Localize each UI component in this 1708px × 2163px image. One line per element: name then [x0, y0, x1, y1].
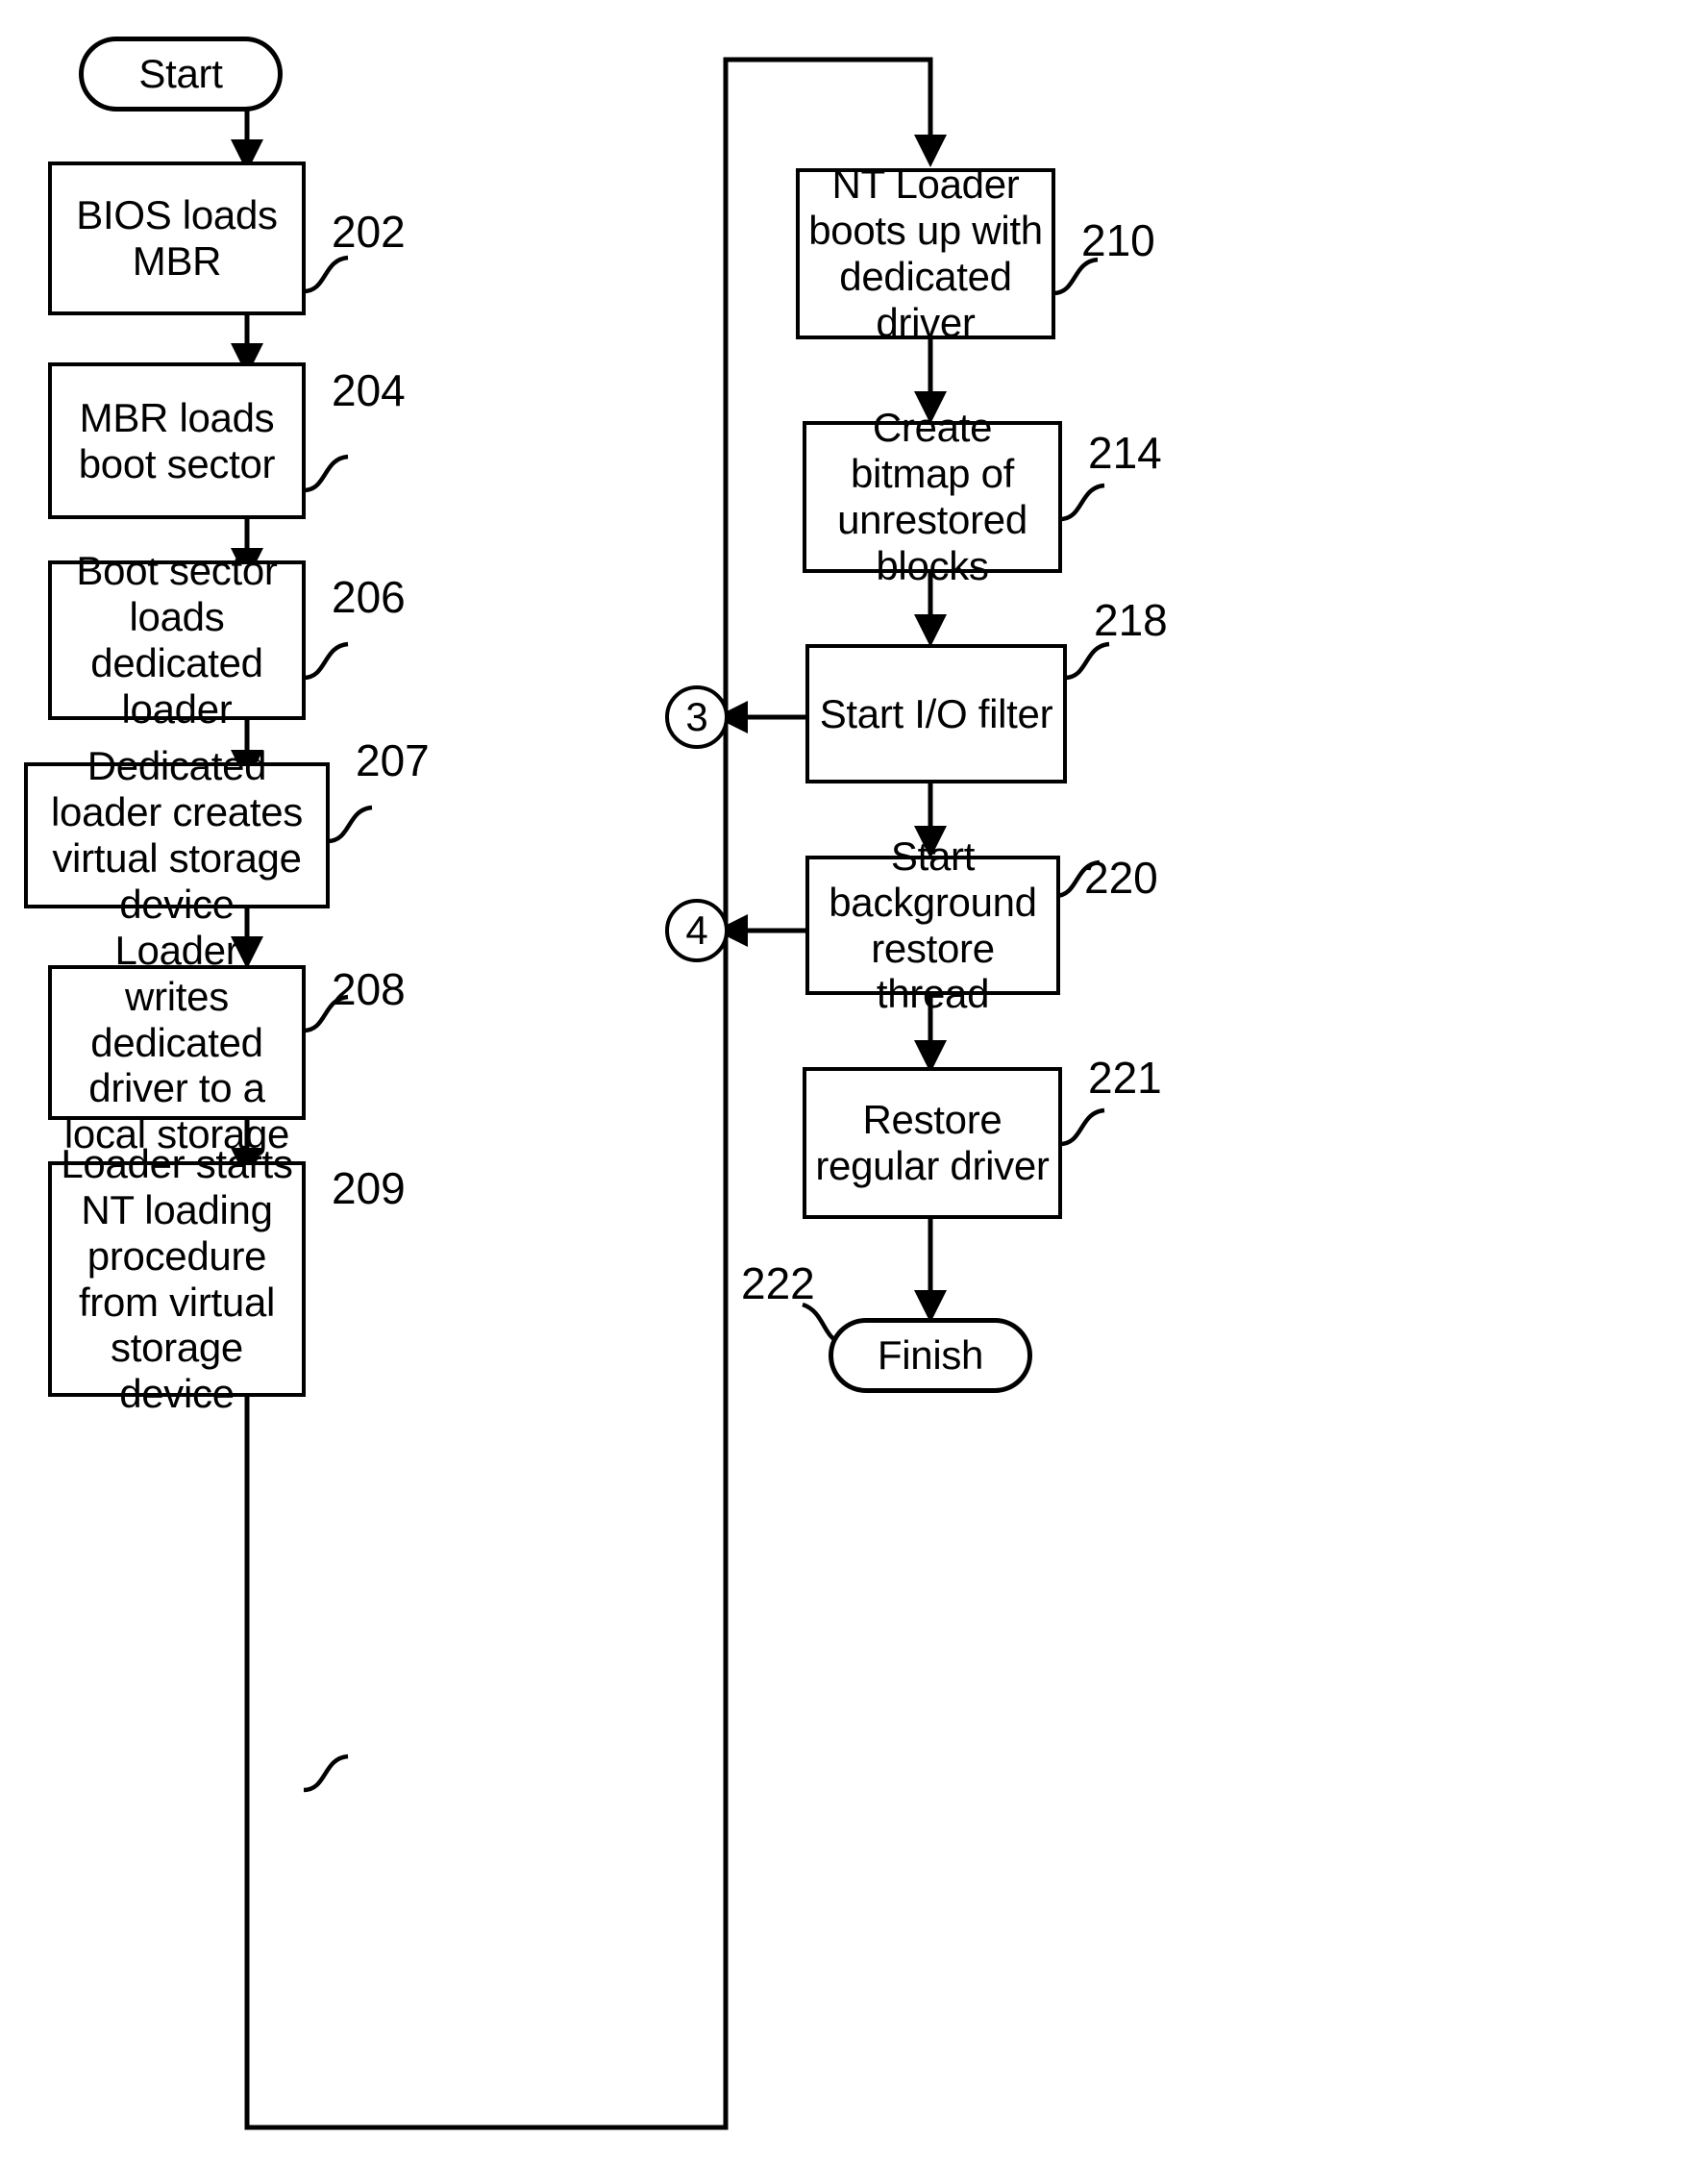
node-start-background-restore-thread: Start background restore thread — [805, 833, 1060, 1016]
leader-214 — [1059, 483, 1105, 522]
refnum-207: 207 — [356, 735, 430, 785]
refnum-208: 208 — [332, 964, 406, 1014]
node-restore-regular-driver: Restore regular driver — [803, 1067, 1062, 1219]
leader-202 — [303, 255, 349, 294]
node-finish-label: Finish — [877, 1332, 984, 1379]
node-nt-loader-boots-up: NT Loader boots up with dedicated driver — [796, 162, 1055, 345]
offpage-connector-4-label: 4 — [685, 907, 708, 953]
node-boot-sector-loads-dedicated-loader-label: Boot sector loads dedicated loader — [76, 548, 278, 732]
leader-206 — [303, 641, 349, 681]
refnum-222: 222 — [741, 1258, 815, 1308]
refnum-218: 218 — [1094, 595, 1168, 645]
refnum-221: 221 — [1088, 1053, 1162, 1103]
node-loader-starts-nt-loading: Loader starts NT loading procedure from … — [48, 1141, 306, 1416]
offpage-connector-4: 4 — [665, 899, 729, 962]
leader-209b — [1052, 1267, 1064, 1300]
offpage-connector-3: 3 — [665, 685, 729, 749]
node-dedicated-loader-creates-virtual-storage: Dedicated loader creates virtual storage… — [24, 743, 330, 927]
refnum-214: 214 — [1088, 428, 1162, 478]
node-start-io-filter: Start I/O filter — [805, 644, 1067, 783]
leader-221 — [1059, 1107, 1105, 1147]
node-start-label: Start — [138, 51, 223, 97]
refnum-210: 210 — [1081, 215, 1155, 265]
node-loader-writes-dedicated-driver-label: Loader writes dedicated driver to a loca… — [63, 927, 290, 1157]
node-start-background-restore-thread-label: Start background restore thread — [829, 833, 1037, 1017]
node-restore-regular-driver-label: Restore regular driver — [815, 1097, 1050, 1188]
node-loader-writes-dedicated-driver: Loader writes dedicated driver to a loca… — [48, 928, 306, 1156]
refnum-220: 220 — [1084, 853, 1158, 903]
leader-207 — [327, 805, 373, 844]
node-bios-loads-mbr: BIOS loads MBR — [48, 162, 306, 315]
node-start-io-filter-label: Start I/O filter — [819, 690, 1053, 736]
node-mbr-loads-boot-sector-label: MBR loads boot sector — [78, 394, 276, 486]
refnum-202: 202 — [332, 207, 406, 257]
node-start: Start — [79, 37, 283, 112]
offpage-connector-3-label: 3 — [685, 694, 708, 739]
node-nt-loader-boots-up-label: NT Loader boots up with dedicated driver — [808, 162, 1043, 345]
node-create-bitmap-label: Create bitmap of unrestored blocks — [837, 405, 1027, 588]
leader-204 — [303, 454, 349, 493]
node-create-bitmap: Create bitmap of unrestored blocks — [803, 405, 1062, 588]
node-loader-starts-nt-loading-label: Loader starts NT loading procedure from … — [61, 1140, 293, 1417]
refnum-204: 204 — [332, 365, 406, 415]
refnum-206: 206 — [332, 572, 406, 622]
node-finish: Finish — [829, 1318, 1032, 1393]
node-dedicated-loader-creates-virtual-storage-label: Dedicated loader creates virtual storage… — [51, 743, 303, 927]
leader-209 — [303, 1753, 349, 1793]
node-bios-loads-mbr-label: BIOS loads MBR — [76, 192, 278, 284]
refnum-209: 209 — [332, 1163, 406, 1213]
leader-218 — [1064, 641, 1110, 681]
node-boot-sector-loads-dedicated-loader: Boot sector loads dedicated loader — [48, 548, 306, 732]
flowchart-figure: Start BIOS loads MBR 202 MBR loads boot … — [0, 0, 1708, 2163]
node-mbr-loads-boot-sector: MBR loads boot sector — [48, 362, 306, 519]
